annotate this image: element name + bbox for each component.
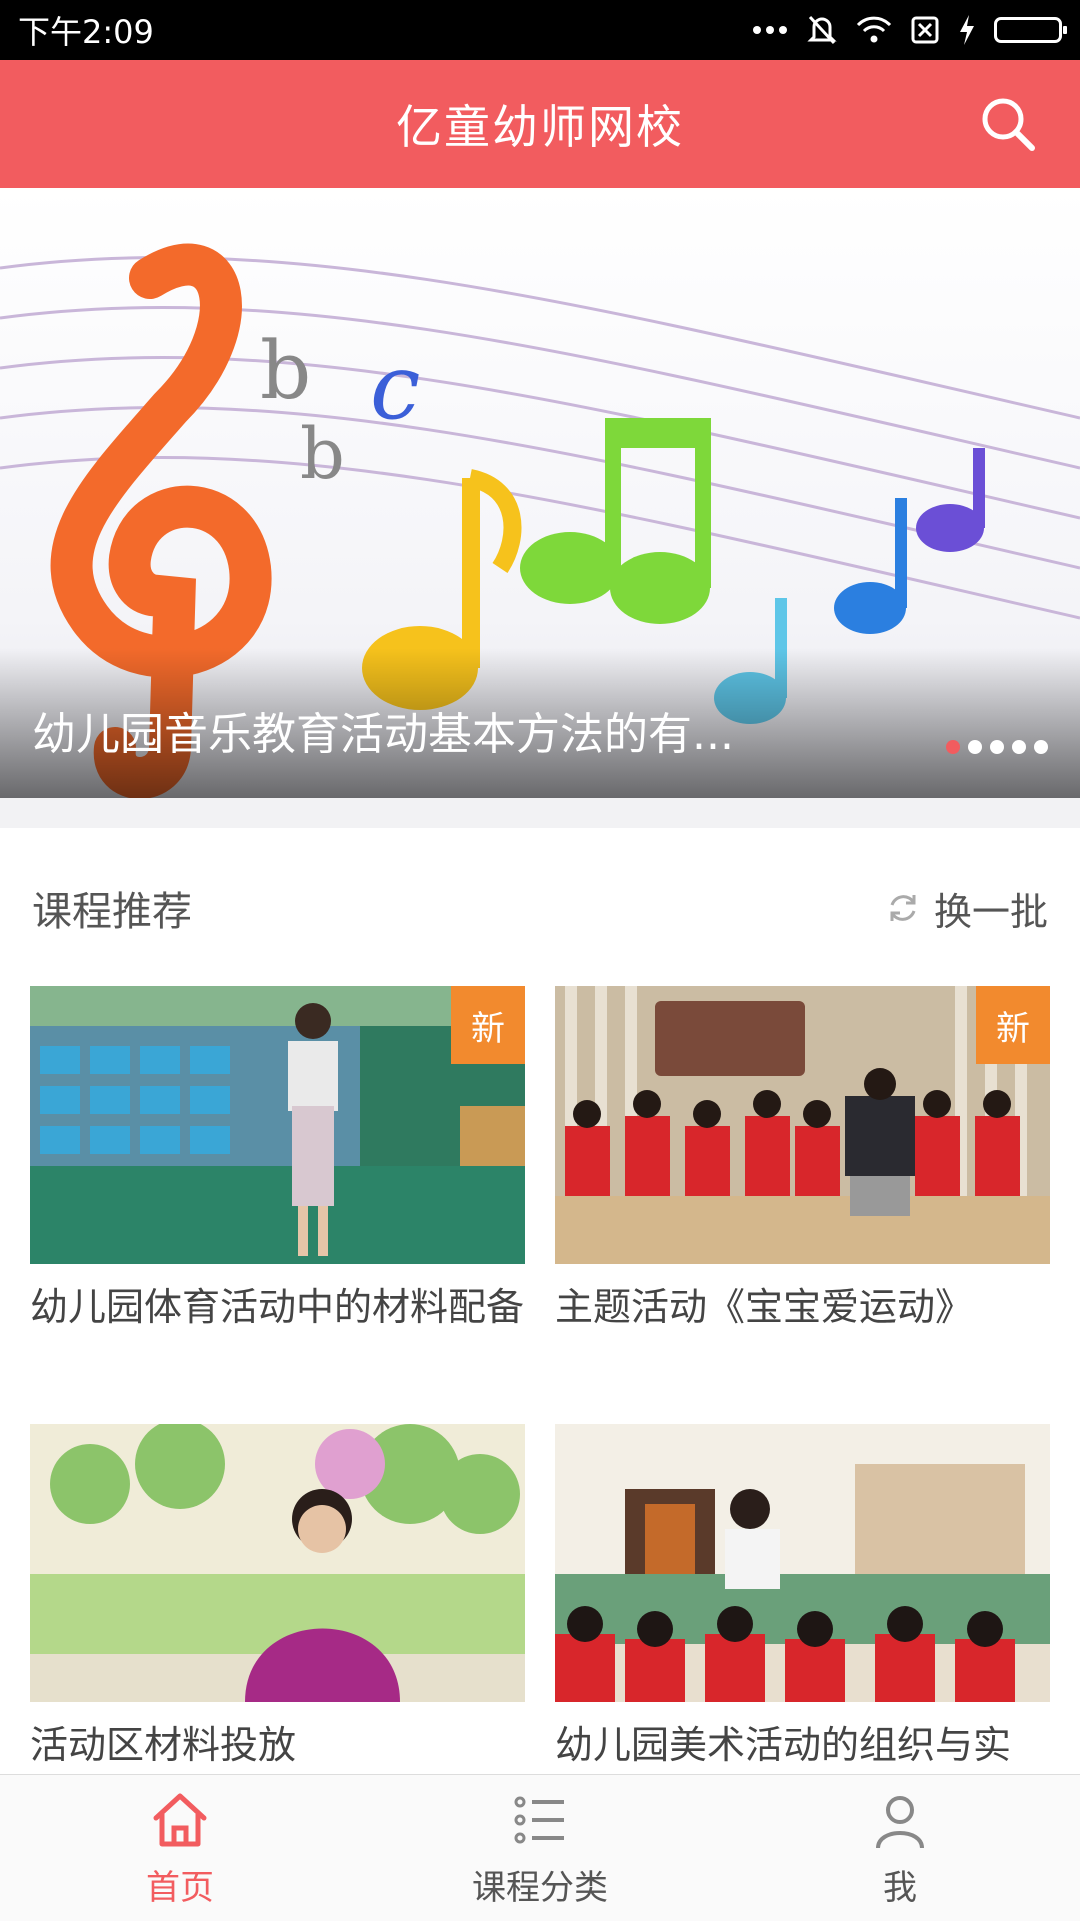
- svg-text:b: b: [300, 413, 345, 495]
- status-time: 下午2:09: [18, 13, 154, 51]
- course-thumbnail: 新: [30, 986, 525, 1264]
- status-bar: 下午2:09: [0, 0, 1080, 60]
- course-title: 主题活动《宝宝爱运动》: [555, 1285, 974, 1329]
- new-badge: 新: [976, 986, 1050, 1064]
- course-card[interactable]: 活动区材料投放: [30, 1424, 525, 1768]
- nav-course-category-label: 课程分类: [472, 1867, 608, 1908]
- section-header: 课程推荐 换一批: [0, 828, 1080, 988]
- nav-me[interactable]: 我: [720, 1775, 1080, 1921]
- more-dots-icon: [752, 25, 788, 35]
- course-recommend-section: 课程推荐 换一批 新 幼儿园体育活动中的材料配备 新 主题活动《宝宝爱运动》 活…: [0, 828, 1080, 1774]
- new-badge: 新: [451, 986, 525, 1064]
- carousel-dot[interactable]: [968, 740, 982, 754]
- app-title: 亿童幼师网校: [396, 100, 684, 154]
- svg-text:b: b: [260, 324, 311, 417]
- no-sim-icon: [910, 15, 940, 45]
- banner-carousel[interactable]: c b b 幼儿园音乐教育活动基本方法的有...: [0, 188, 1080, 798]
- course-card[interactable]: 新 主题活动《宝宝爱运动》: [555, 986, 1050, 1330]
- course-title: 活动区材料投放: [30, 1723, 297, 1767]
- course-card[interactable]: 幼儿园美术活动的组织与实: [555, 1424, 1050, 1768]
- carousel-dot[interactable]: [1012, 740, 1026, 754]
- wifi-icon: [856, 16, 892, 44]
- course-thumbnail: [30, 1424, 525, 1702]
- carousel-dot[interactable]: [946, 740, 960, 754]
- nav-me-label: 我: [883, 1867, 917, 1908]
- nav-home-label: 首页: [146, 1867, 214, 1908]
- bottom-nav: 首页 课程分类 我: [0, 1774, 1080, 1921]
- course-title: 幼儿园美术活动的组织与实: [555, 1723, 1012, 1767]
- list-icon: [514, 1796, 564, 1843]
- home-icon: [153, 1793, 207, 1846]
- battery-icon: [994, 17, 1067, 43]
- course-card[interactable]: 新 幼儿园体育活动中的材料配备: [30, 986, 525, 1330]
- course-thumbnail: [555, 1424, 1050, 1702]
- refresh-label: 换一批: [933, 889, 1048, 934]
- banner-caption: 幼儿园音乐教育活动基本方法的有...: [32, 709, 734, 760]
- course-title: 幼儿园体育活动中的材料配备: [30, 1285, 525, 1329]
- carousel-indicator: [946, 740, 1048, 754]
- mute-bell-icon: [806, 13, 838, 47]
- search-icon[interactable]: [976, 92, 1040, 156]
- refresh-button[interactable]: 换一批: [886, 881, 1048, 936]
- nav-home[interactable]: 首页: [0, 1775, 360, 1921]
- app-header: 亿童幼师网校: [0, 60, 1080, 188]
- section-title: 课程推荐: [32, 889, 192, 935]
- refresh-icon: [890, 895, 916, 921]
- svg-text:c: c: [370, 335, 420, 440]
- user-icon: [876, 1795, 924, 1848]
- charging-icon: [958, 15, 976, 45]
- nav-course-category[interactable]: 课程分类: [360, 1775, 720, 1921]
- status-icons: [752, 13, 1067, 47]
- carousel-dot[interactable]: [1034, 740, 1048, 754]
- carousel-dot[interactable]: [990, 740, 1004, 754]
- course-thumbnail: 新: [555, 986, 1050, 1264]
